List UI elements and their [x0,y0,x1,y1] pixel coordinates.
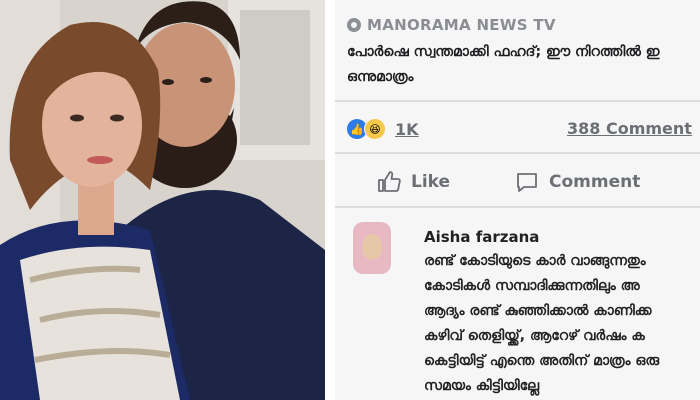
source-icon [347,18,361,32]
like-button[interactable]: Like [377,170,450,194]
avatar[interactable] [353,222,391,274]
comment-line: സമയം കിട്ടിയില്ലേ [424,378,540,394]
post-header-card: MANORAMA NEWS TV പോർഷെ സ്വന്തമാക്കി ഫഹദ്… [335,0,700,100]
post-source[interactable]: MANORAMA NEWS TV [367,16,556,34]
commenter-name[interactable]: Aisha farzana [424,228,539,246]
photo-illustration [0,0,325,400]
avatar-face [362,234,382,260]
couple-photo [0,0,325,400]
comment-count-link[interactable]: 388 Comment [567,119,692,138]
thumbs-up-icon [378,171,401,192]
comment-button[interactable]: Comment [515,170,640,194]
post-source-row: MANORAMA NEWS TV [347,16,556,34]
comment-bubble-icon [517,173,537,192]
facebook-post-panel: MANORAMA NEWS TV പോർഷെ സ്വന്തമാക്കി ഫഹദ്… [335,0,700,400]
comment-line: കെട്ടിയിട്ട് എന്തെ അതിന് മാത്രം ഒരു [424,353,660,369]
headline-line-1: പോർഷെ സ്വന്തമാക്കി ഫഹദ്; ഈ നിറത്തിൽ ഇ [347,44,660,60]
headline-line-2: ഒന്നുമാത്രം [347,69,414,85]
comment-label: Comment [549,172,641,192]
like-label: Like [411,172,451,192]
haha-reaction-icon: 😆 [364,118,386,140]
comment-line: കോടികൾ സമ്പാദിക്കുന്നതിലും അ [424,278,640,294]
image-divider [325,0,335,400]
post-stats-row: 👍 😆 1K 388 Comment [335,102,700,152]
reactions-summary[interactable]: 👍 😆 1K [347,118,419,140]
reaction-count: 1K [395,119,419,139]
comment-line: ആദ്യം രണ്ട് കുഞ്ഞിക്കാൽ കാണിക്ക [424,303,652,319]
comment-line: രണ്ട് കോടിയുടെ കാർ വാങ്ങുന്നതും [424,253,646,269]
comment-card: Aisha farzana രണ്ട് കോടിയുടെ കാർ വാങ്ങുന… [335,208,700,400]
post-headline[interactable]: പോർഷെ സ്വന്തമാക്കി ഫഹദ്; ഈ നിറത്തിൽ ഇ ഒന… [347,40,700,90]
comment-line: കഴിവ് തെളിയ്ക്ക്, ആറേഴ് വർഷം ക [424,328,645,344]
